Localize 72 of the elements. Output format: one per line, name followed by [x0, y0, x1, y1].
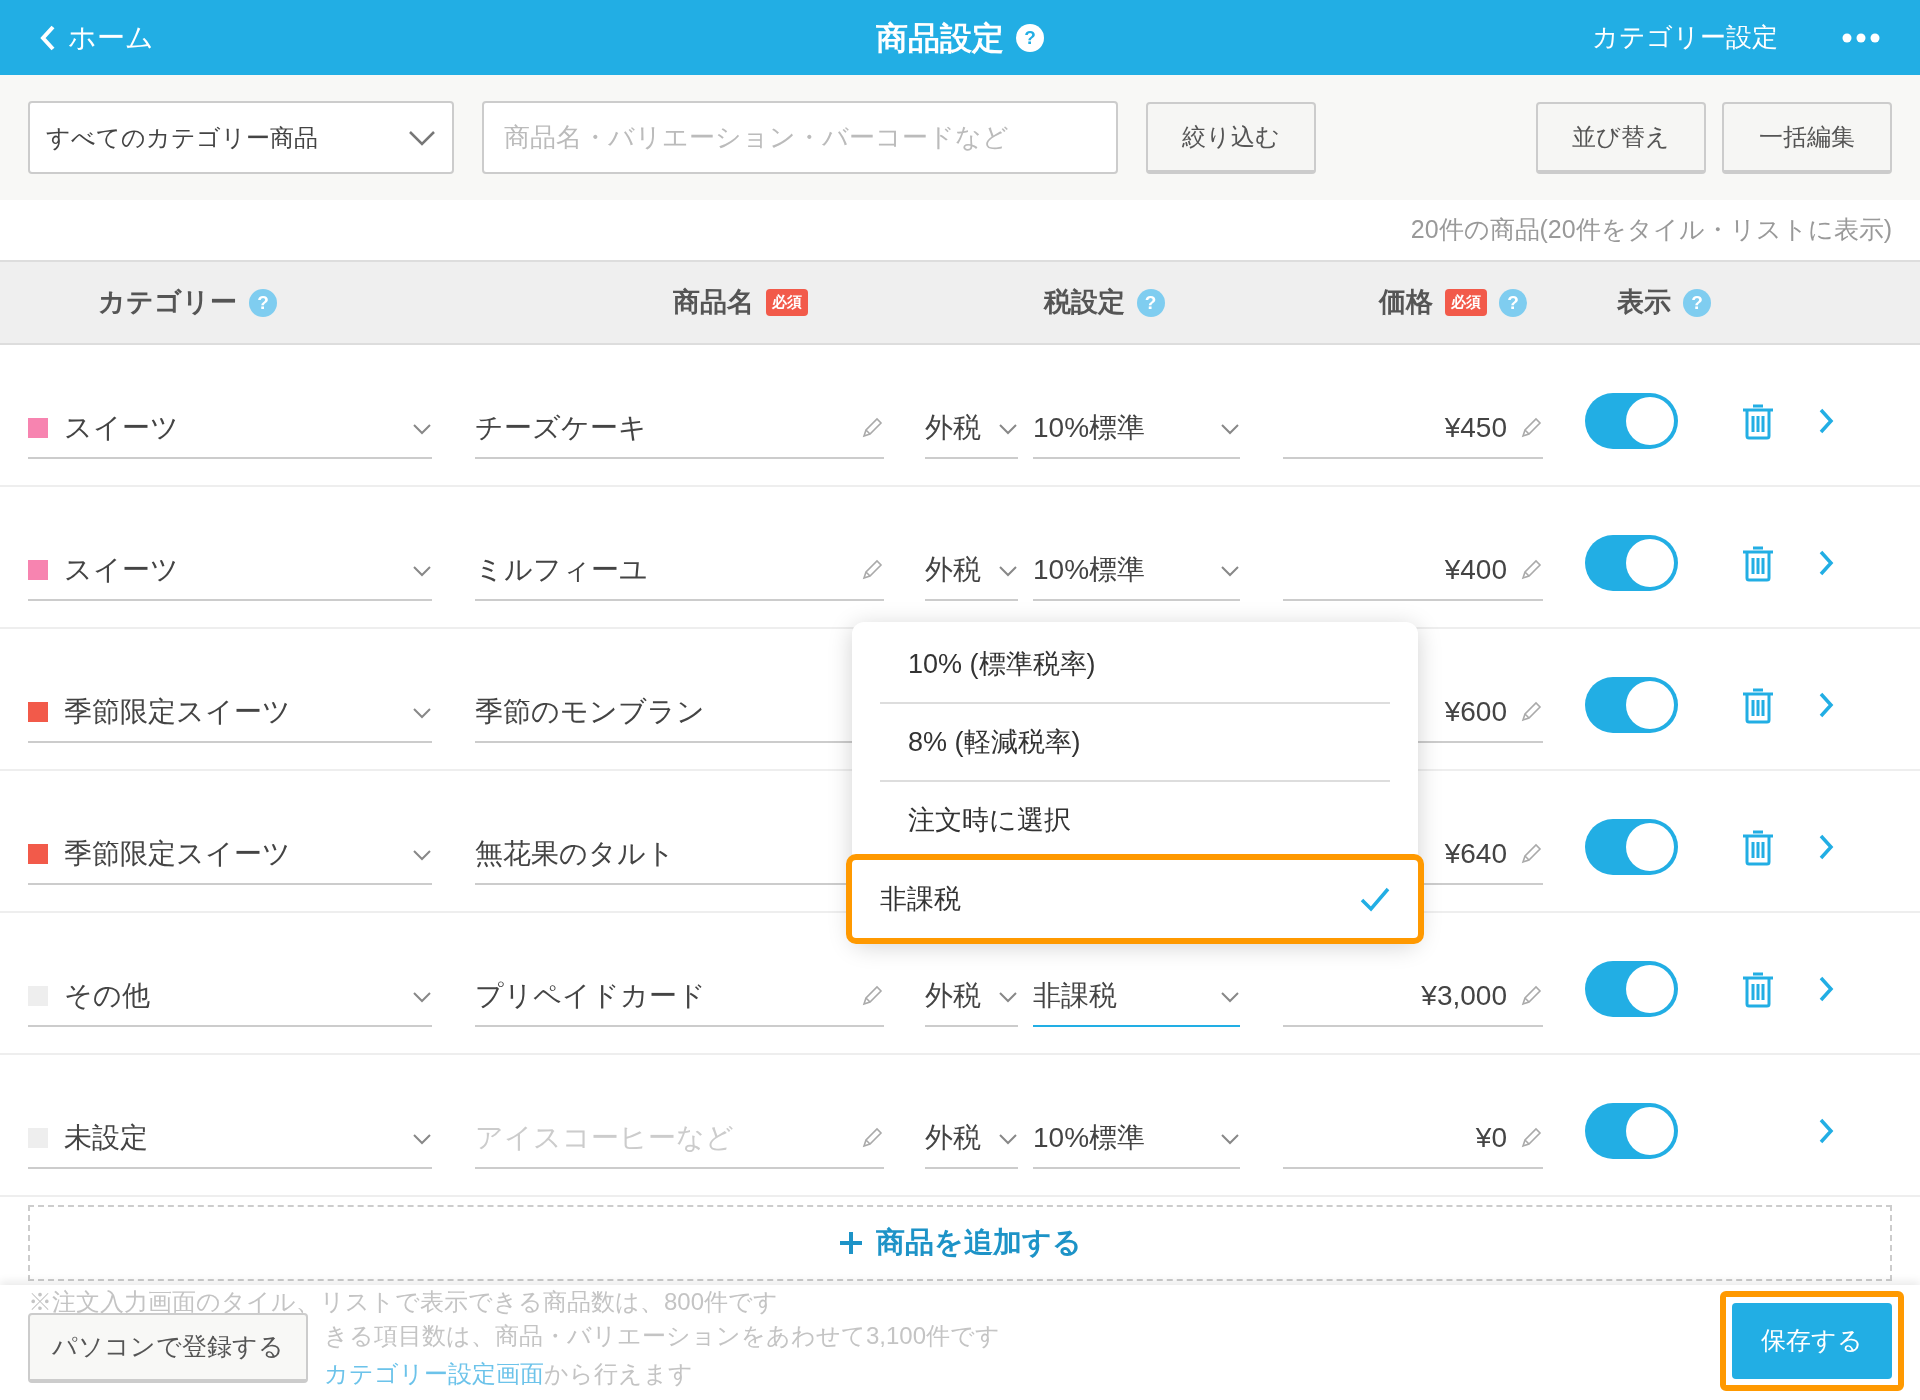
tax-type-select[interactable]: 外税 [925, 541, 1018, 601]
product-name-field[interactable]: プリペイドカード [475, 967, 884, 1027]
note-text: きる項目数は、商品・バリエーションをあわせて3,100件です [324, 1321, 1001, 1351]
pencil-icon [1519, 984, 1543, 1008]
column-header: 価格 [1379, 286, 1433, 320]
visibility-toggle[interactable] [1585, 535, 1678, 591]
tax-rate-select[interactable]: 10%標準 [1033, 399, 1240, 459]
pencil-icon [860, 558, 884, 582]
chevron-right-icon[interactable] [1818, 1117, 1834, 1145]
visibility-toggle[interactable] [1585, 1103, 1678, 1159]
product-name-field[interactable]: チーズケーキ [475, 399, 884, 459]
visibility-toggle[interactable] [1585, 677, 1678, 733]
column-header: 表示 [1617, 286, 1671, 320]
category-select[interactable]: スイーツ [28, 399, 432, 459]
tax-type-select[interactable]: 外税 [925, 967, 1018, 1027]
tax-rate-select[interactable]: 非課税 [1033, 967, 1240, 1027]
visibility-toggle[interactable] [1585, 393, 1678, 449]
checkmark-icon [1360, 886, 1390, 912]
visibility-toggle[interactable] [1585, 819, 1678, 875]
chevron-right-icon[interactable] [1818, 549, 1834, 577]
price-field[interactable]: ¥3,000 [1283, 967, 1543, 1027]
required-badge: 必須 [1445, 289, 1487, 316]
pencil-icon [1519, 842, 1543, 866]
column-header: 税設定 [1043, 286, 1125, 320]
chevron-right-icon[interactable] [1818, 691, 1834, 719]
category-select[interactable]: スイーツ [28, 541, 432, 601]
more-icon [1842, 32, 1880, 43]
category-dropdown[interactable]: すべてのカテゴリー商品 [28, 101, 454, 174]
category-select[interactable]: 未設定 [28, 1109, 432, 1169]
trash-icon[interactable] [1741, 544, 1775, 582]
search-field[interactable]: 商品名・バリエーション・バーコードなど [482, 101, 1118, 174]
column-header: カテゴリー [98, 286, 237, 320]
product-name-field[interactable]: ミルフィーユ [475, 541, 884, 601]
menu-option[interactable]: 8% (軽減税率) [880, 704, 1390, 782]
filter-button[interactable]: 絞り込む [1146, 101, 1316, 174]
plus-icon [838, 1230, 864, 1256]
chevron-right-icon[interactable] [1818, 975, 1834, 1003]
trash-icon[interactable] [1741, 402, 1775, 440]
bulk-edit-button[interactable]: 一括編集 [1722, 101, 1892, 174]
item-count: 20件の商品(20件をタイル・リストに表示) [1410, 214, 1892, 246]
chevron-right-icon[interactable] [1818, 833, 1834, 861]
sort-button[interactable]: 並び替え [1536, 101, 1706, 174]
pencil-icon [860, 984, 884, 1008]
chevron-left-icon [40, 24, 56, 51]
pencil-icon [860, 416, 884, 440]
category-select[interactable]: その他 [28, 967, 432, 1027]
chevron-down-icon [408, 128, 436, 147]
trash-icon[interactable] [1741, 970, 1775, 1008]
visibility-toggle[interactable] [1585, 961, 1678, 1017]
pencil-icon [1519, 558, 1543, 582]
page-title: 商品設定 [876, 18, 1004, 58]
category-select[interactable]: 季節限定スイーツ [28, 683, 432, 743]
price-field[interactable]: ¥0 [1283, 1109, 1543, 1169]
menu-option[interactable]: 10% (標準税率) [880, 626, 1390, 704]
category-select[interactable]: 季節限定スイーツ [28, 825, 432, 885]
tax-rate-select[interactable]: 10%標準 [1033, 1109, 1240, 1169]
pencil-icon [1519, 416, 1543, 440]
pencil-icon [1519, 1126, 1543, 1150]
pencil-icon [1519, 700, 1543, 724]
price-field[interactable]: ¥400 [1283, 541, 1543, 601]
note-text: カテゴリー設定画面から行えます [324, 1359, 694, 1389]
register-on-pc-button[interactable]: パソコンで登録する [28, 1313, 308, 1383]
chevron-right-icon[interactable] [1818, 407, 1834, 435]
pencil-icon [860, 1126, 884, 1150]
trash-icon[interactable] [1741, 828, 1775, 866]
tax-type-select[interactable]: 外税 [925, 1109, 1018, 1169]
trash-icon[interactable] [1741, 686, 1775, 724]
column-header: 商品名 [672, 286, 754, 320]
tax-type-select[interactable]: 外税 [925, 399, 1018, 459]
required-badge: 必須 [765, 289, 808, 316]
price-field[interactable]: ¥450 [1283, 399, 1543, 459]
tax-rate-select[interactable]: 10%標準 [1033, 541, 1240, 601]
